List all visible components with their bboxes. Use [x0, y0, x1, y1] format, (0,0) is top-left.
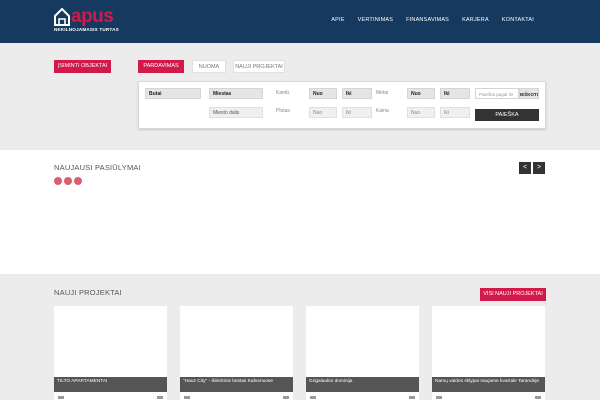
district-select[interactable]: Miesto dalis	[209, 107, 263, 118]
all-new-projects-button[interactable]: VISI NAUJI PROJEKTAI	[480, 288, 546, 301]
year-from-input[interactable]: Nuo	[407, 88, 435, 99]
property-type-select[interactable]: Butai	[145, 88, 201, 99]
project-card-caption: TILTO APARTAMENTAI	[54, 377, 167, 392]
site-header: apus NEKILNOJAMASIS TURTAS APIE VERTINIM…	[0, 0, 600, 43]
rooms-to-input[interactable]: Iki	[342, 88, 372, 99]
nav-item-karjera[interactable]: KARJERA	[462, 17, 489, 23]
logo-tagline: NEKILNOJAMASIS TURTAS	[54, 27, 119, 32]
loading-dot	[64, 177, 72, 185]
project-card-footer	[184, 396, 289, 400]
nav-item-kontaktai[interactable]: KONTAKTAI	[502, 17, 534, 23]
project-card[interactable]: Grigalaukio dominija	[306, 306, 419, 400]
logo-wordmark: apus	[71, 6, 114, 27]
project-card-footer	[310, 396, 415, 400]
project-card-footer	[58, 396, 163, 400]
tab-nauji-projektai[interactable]: NAUJI PROJEKTAI	[233, 60, 285, 73]
new-projects-title: NAUJI PROJEKTAI	[54, 288, 122, 297]
remembered-objects-button[interactable]: ĮSIMINTI OBJEKTAI	[54, 60, 111, 73]
loading-dot	[54, 177, 62, 185]
tab-nuoma[interactable]: NUOMA	[192, 60, 226, 73]
carousel-next-button[interactable]: >	[533, 162, 545, 174]
project-card-footer	[436, 396, 541, 400]
nav-item-apie[interactable]: APIE	[331, 17, 344, 23]
nav-item-vertinimas[interactable]: VERTINIMAS	[358, 17, 394, 23]
project-card-caption: Grigalaukio dominija	[306, 377, 419, 392]
latest-offers-title: NAUJAUSI PASIŪLYMAI	[54, 163, 141, 172]
price-label: Kaina	[376, 108, 389, 114]
project-card-caption: "Hauz City" - išskirtinis būstas Kalnenu…	[180, 377, 293, 392]
id-search-input[interactable]: Paieška pagal ID	[475, 88, 519, 99]
carousel-prev-button[interactable]: <	[519, 162, 531, 174]
area-label: Plotas	[276, 108, 290, 114]
id-search-button[interactable]: IEŠKOTI	[519, 88, 539, 99]
area-to-input[interactable]: Iki	[342, 107, 372, 118]
city-select[interactable]: Miestas	[209, 88, 263, 99]
project-card[interactable]: "Hauz City" - išskirtinis būstas Kalnenu…	[180, 306, 293, 400]
project-card[interactable]: Namų valdos sklypai naujame kvartale Tar…	[432, 306, 545, 400]
price-to-input[interactable]: Iki	[440, 107, 470, 118]
rooms-from-input[interactable]: Nuo	[309, 88, 337, 99]
loading-indicator	[54, 177, 82, 185]
project-card[interactable]: TILTO APARTAMENTAI	[54, 306, 167, 400]
year-to-input[interactable]: Iki	[440, 88, 470, 99]
rooms-label: Kamb.	[276, 90, 291, 96]
price-from-input[interactable]: Nuo	[407, 107, 435, 118]
logo[interactable]: apus NEKILNOJAMASIS TURTAS	[54, 6, 119, 34]
nav-item-finansavimas[interactable]: FINANSAVIMAS	[406, 17, 449, 23]
house-logo-icon	[54, 8, 70, 26]
year-label: Metai	[376, 90, 389, 96]
search-panel: Butai Miestas Miesto dalis Kamb. Nuo Iki…	[138, 81, 546, 129]
search-submit-button[interactable]: PAIEŠKA	[475, 109, 539, 121]
area-from-input[interactable]: Nuo	[309, 107, 337, 118]
loading-dot	[74, 177, 82, 185]
project-card-caption: Namų valdos sklypai naujame kvartale Tar…	[432, 377, 545, 392]
main-nav: APIE VERTINIMAS FINANSAVIMAS KARJERA KON…	[318, 17, 534, 23]
tab-pardavimas[interactable]: PARDAVIMAS	[138, 60, 184, 73]
